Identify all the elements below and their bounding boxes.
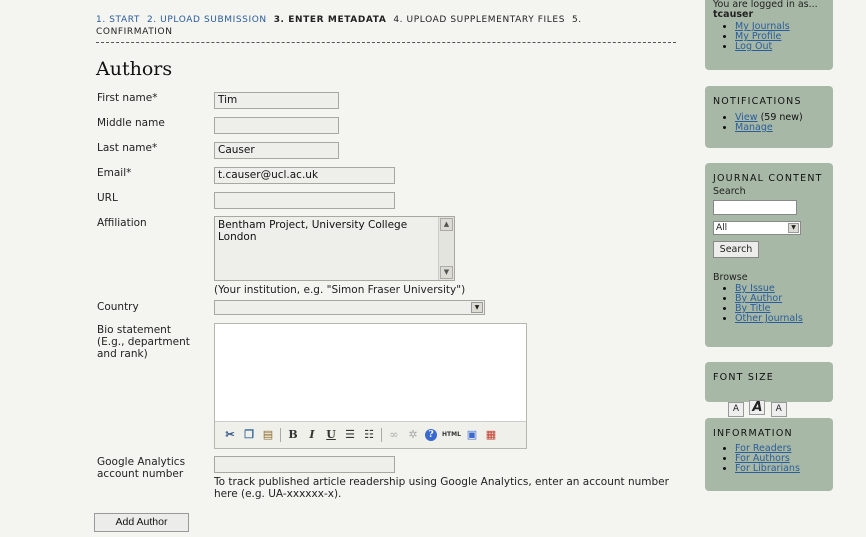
editor-toolbar: ✂ ❐ ▤ B I U ☰ ☷ ∞ ✲ ? HTML ▣ ▦ <box>215 421 526 448</box>
font-size-title: FONT SIZE <box>713 372 775 383</box>
help-icon[interactable]: ? <box>425 429 437 441</box>
copy-icon[interactable]: ❐ <box>242 428 256 442</box>
ga-label-line2: account number <box>97 468 184 480</box>
toolbar-separator <box>381 428 382 442</box>
affiliation-scrollbar[interactable]: ▲ ▼ <box>438 217 454 280</box>
ga-label-line1: Google Analytics <box>97 456 186 468</box>
section-title: Authors <box>96 58 173 80</box>
bio-rich-text-editor[interactable]: ✂ ❐ ▤ B I U ☰ ☷ ∞ ✲ ? HTML ▣ ▦ <box>214 323 527 449</box>
ga-hint-line1: To track published article readership us… <box>214 476 669 488</box>
chevron-down-icon: ▼ <box>788 223 799 233</box>
font-small-button[interactable]: A <box>728 402 744 417</box>
paste-icon[interactable]: ▤ <box>261 428 275 442</box>
user-links: My Journals My Profile Log Out <box>713 22 825 52</box>
affiliation-hint: (Your institution, e.g. "Simon Fraser Un… <box>214 284 466 296</box>
country-label: Country <box>97 301 139 313</box>
italic-icon[interactable]: I <box>305 428 319 442</box>
notifications-links: View (59 new) Manage <box>713 113 825 133</box>
step-confirmation-num: 5. <box>571 15 582 25</box>
font-large-button[interactable]: A <box>770 402 787 417</box>
browse-label: Browse <box>713 272 748 283</box>
information-title: INFORMATION <box>713 428 793 439</box>
font-medium-button[interactable]: A <box>749 400 766 415</box>
first-name-label: First name* <box>97 92 158 104</box>
manage-notifications-link[interactable]: Manage <box>735 122 773 133</box>
country-select[interactable]: ▼ <box>214 300 485 315</box>
search-button[interactable]: Search <box>713 241 759 258</box>
information-links: For Readers For Authors For Librarians <box>713 444 825 474</box>
affiliation-label: Affiliation <box>97 217 147 229</box>
notifications-block: NOTIFICATIONS View (59 new) Manage <box>705 86 833 148</box>
bio-label-line1: Bio statement <box>97 324 171 336</box>
divider <box>96 42 676 43</box>
html-icon[interactable]: HTML <box>442 428 461 442</box>
underline-icon[interactable]: U <box>324 428 338 442</box>
search-scope-value: All <box>716 223 728 233</box>
bio-label-line3: and rank) <box>97 348 148 360</box>
search-scope-select[interactable]: All ▼ <box>713 221 801 235</box>
list-item: Log Out <box>735 42 825 52</box>
list-item: Manage <box>735 123 825 133</box>
notifications-title: NOTIFICATIONS <box>713 96 802 107</box>
middle-name-label: Middle name <box>97 117 165 129</box>
first-name-input[interactable]: Tim <box>214 92 339 109</box>
font-size-controls: A A A <box>728 400 789 417</box>
affiliation-text: Bentham Project, University College Lond… <box>218 219 408 243</box>
ga-hint: To track published article readership us… <box>214 476 669 500</box>
step-upload-supplementary: 4. UPLOAD SUPPLEMENTARY FILES <box>393 15 566 25</box>
for-librarians-link[interactable]: For Librarians <box>735 463 800 474</box>
last-name-input[interactable]: Causer <box>214 142 339 159</box>
paste-word-icon[interactable]: ▦ <box>484 428 498 442</box>
font-size-block: FONT SIZE <box>705 362 833 402</box>
middle-name-input[interactable] <box>214 117 339 134</box>
ga-hint-line2: here (e.g. UA-xxxxxx-x). <box>214 488 342 500</box>
url-label: URL <box>97 192 118 204</box>
scroll-up-icon[interactable]: ▲ <box>440 218 453 231</box>
add-author-button[interactable]: Add Author <box>94 513 189 532</box>
other-journals-link[interactable]: Other Journals <box>735 313 803 324</box>
bullet-list-icon[interactable]: ☰ <box>343 428 357 442</box>
email-input[interactable]: t.causer@ucl.ac.uk <box>214 167 395 184</box>
list-item: Other Journals <box>735 314 825 324</box>
information-block: INFORMATION For Readers For Authors For … <box>705 418 833 491</box>
toolbar-separator <box>280 428 281 442</box>
fullscreen-icon[interactable]: ▣ <box>465 428 479 442</box>
bio-label-line2: (E.g., department <box>97 336 190 348</box>
search-label: Search <box>713 186 746 197</box>
last-name-label: Last name* <box>97 142 158 154</box>
search-input[interactable] <box>713 200 797 215</box>
url-input[interactable] <box>214 192 395 209</box>
user-block: You are logged in as... tcauser My Journ… <box>705 0 833 70</box>
journal-content-block: JOURNAL CONTENT Search All ▼ Search Brow… <box>705 163 833 347</box>
journal-content-title: JOURNAL CONTENT <box>713 173 823 184</box>
step-upload-submission-link[interactable]: 2. UPLOAD SUBMISSION <box>147 15 267 25</box>
step-enter-metadata: 3. ENTER METADATA <box>273 15 387 25</box>
scroll-down-icon[interactable]: ▼ <box>440 266 453 279</box>
bold-icon[interactable]: B <box>286 428 300 442</box>
username: tcauser <box>713 9 754 20</box>
submission-steps: 1. START 2. UPLOAD SUBMISSION 3. ENTER M… <box>96 14 676 38</box>
chevron-down-icon: ▼ <box>471 302 483 313</box>
cut-icon[interactable]: ✂ <box>223 428 237 442</box>
numbered-list-icon[interactable]: ☷ <box>362 428 376 442</box>
affiliation-textarea[interactable]: Bentham Project, University College Lond… <box>214 216 455 281</box>
ga-account-input[interactable] <box>214 456 395 473</box>
link-icon[interactable]: ∞ <box>387 428 401 442</box>
browse-links: By Issue By Author By Title Other Journa… <box>713 284 825 324</box>
step-start-link[interactable]: 1. START <box>96 15 140 25</box>
unlink-icon[interactable]: ✲ <box>406 428 420 442</box>
email-label: Email* <box>97 167 132 179</box>
step-confirmation: CONFIRMATION <box>96 27 173 37</box>
list-item: For Librarians <box>735 464 825 474</box>
bio-label: Bio statement (E.g., department and rank… <box>97 324 190 360</box>
log-out-link[interactable]: Log Out <box>735 41 772 52</box>
ga-label: Google Analytics account number <box>97 456 185 480</box>
